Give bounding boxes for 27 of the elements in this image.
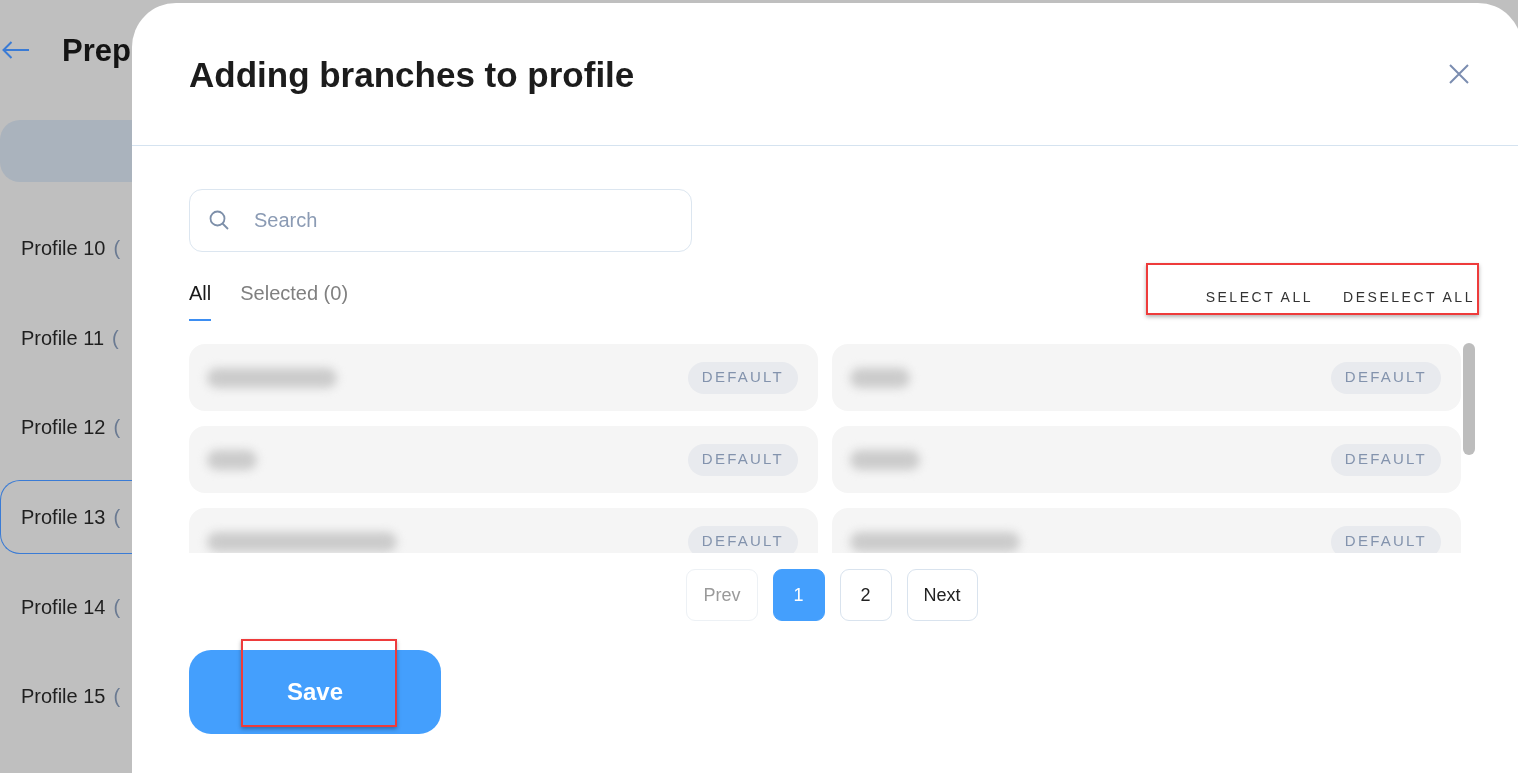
profile-item[interactable]: Profile 12 ( <box>0 390 136 465</box>
search-icon <box>209 210 229 230</box>
profile-item[interactable]: Profile 10 ( <box>0 211 136 285</box>
page-title: Prep <box>62 34 131 66</box>
profile-item[interactable]: Profile 14 ( <box>0 569 136 644</box>
search-field[interactable]: Search <box>189 189 692 252</box>
deselect-all-button[interactable]: DESELECT ALL <box>1343 287 1475 307</box>
close-icon[interactable] <box>1449 64 1469 84</box>
profile-item[interactable]: Profile 15 ( <box>0 659 136 734</box>
profile-item[interactable]: Profile 11 ( <box>0 300 136 375</box>
default-badge: DEFAULT <box>687 443 798 476</box>
scrollbar-thumb[interactable] <box>1463 343 1475 455</box>
tab[interactable]: Selected (0) <box>240 281 349 321</box>
dialog-title: Adding branches to profile <box>189 56 635 92</box>
blurred-text <box>850 449 920 470</box>
next-button[interactable]: Next <box>906 569 978 621</box>
tab[interactable]: All <box>189 281 212 321</box>
back-arrow-icon[interactable] <box>2 41 30 59</box>
default-badge: DEFAULT <box>1330 443 1441 476</box>
select-all-button[interactable]: SELECT ALL <box>1205 287 1314 307</box>
blurred-text <box>850 367 910 388</box>
default-badge: DEFAULT <box>687 361 798 394</box>
page-button[interactable]: 2 <box>839 569 892 621</box>
default-badge: DEFAULT <box>1330 361 1441 394</box>
default-badge: DEFAULT <box>1330 525 1441 553</box>
blurred-text <box>207 449 257 470</box>
default-badge: DEFAULT <box>687 525 798 553</box>
